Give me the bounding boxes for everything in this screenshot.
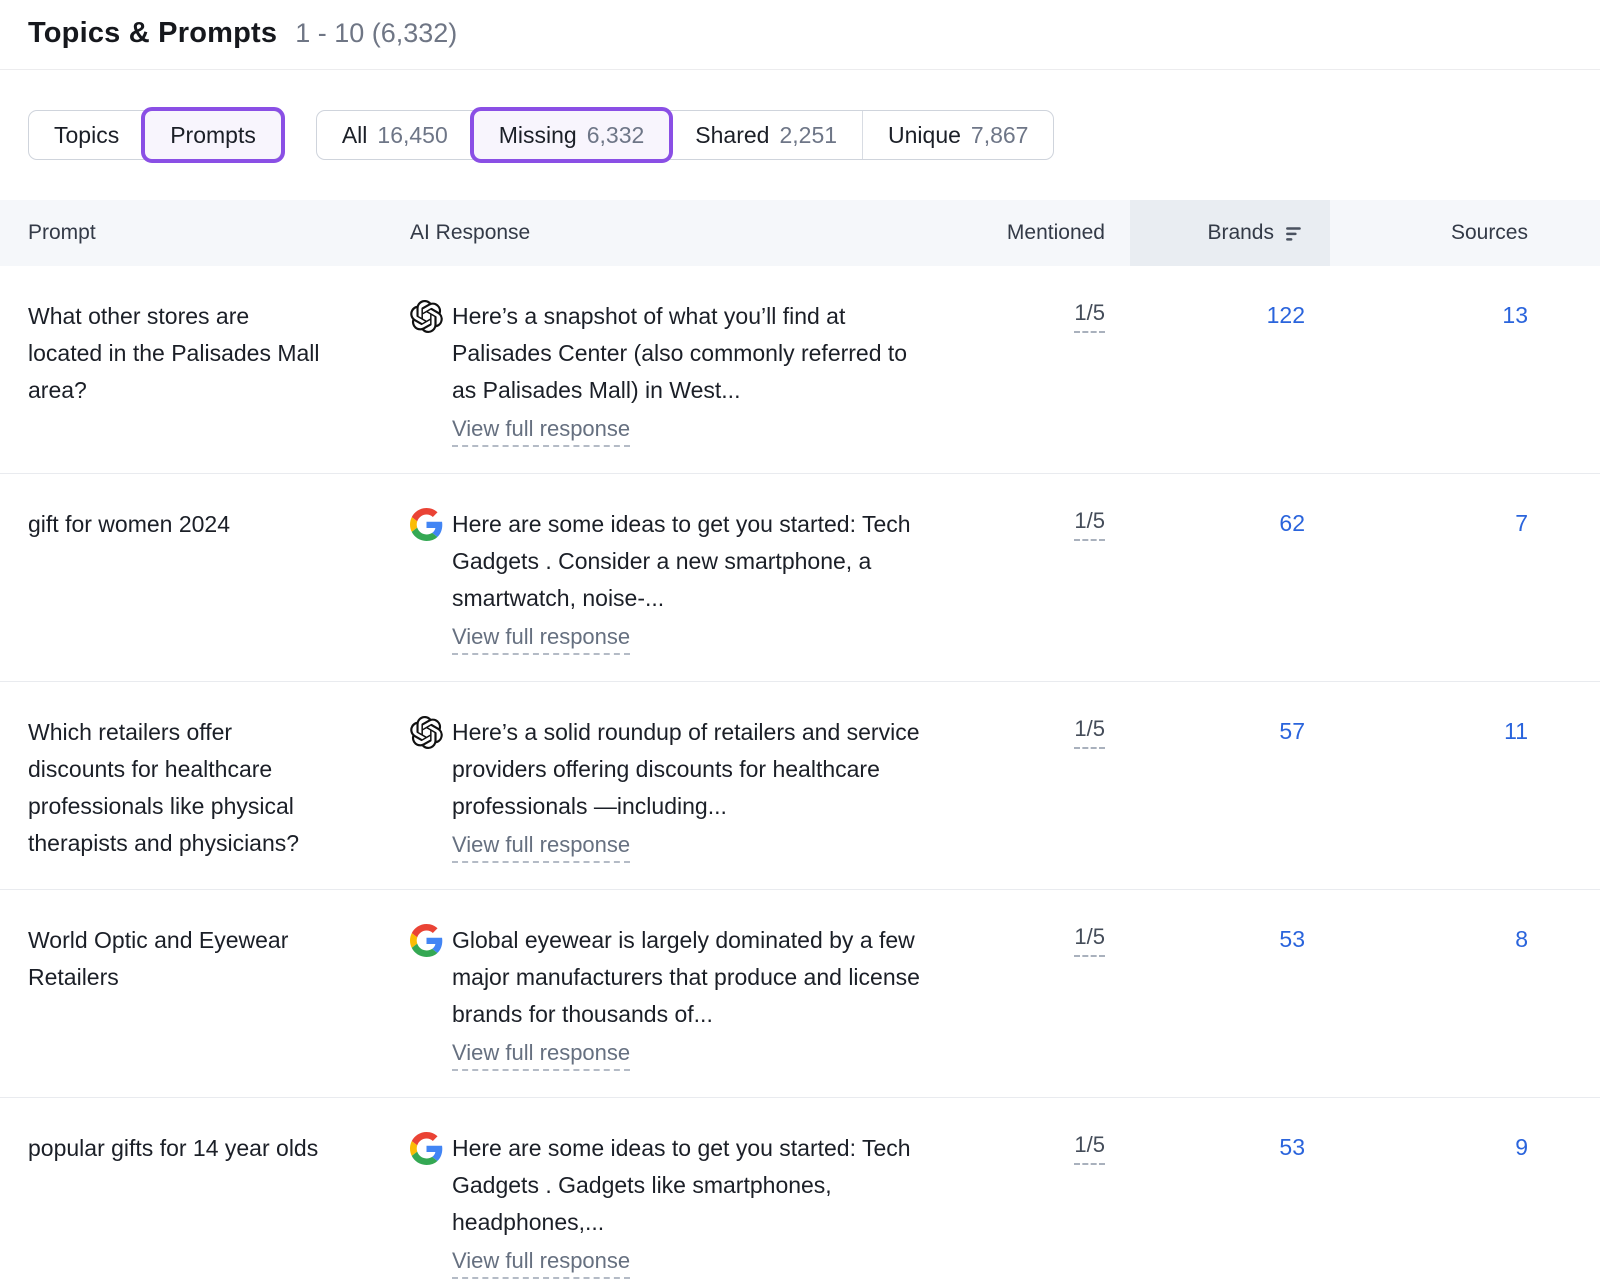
mentioned-cell: 1/5 xyxy=(985,1098,1130,1191)
brands-count[interactable]: 53 xyxy=(1279,926,1305,952)
sources-cell: 9 xyxy=(1330,1098,1600,1190)
sources-cell: 8 xyxy=(1330,890,1600,982)
filter-bar: Topics Prompts All 16,450 Missing 6,332 … xyxy=(28,110,1572,160)
filter-shared[interactable]: Shared 2,251 xyxy=(669,111,862,159)
response-cell: Global eyewear is largely dominated by a… xyxy=(410,890,985,1097)
filter-unique[interactable]: Unique 7,867 xyxy=(862,111,1053,159)
prompt-text: popular gifts for 14 year olds xyxy=(28,1130,318,1167)
mentioned-value[interactable]: 1/5 xyxy=(1074,1130,1105,1165)
view-full-response-link[interactable]: View full response xyxy=(452,624,630,655)
filter-all[interactable]: All 16,450 xyxy=(317,111,473,159)
filter-unique-count: 7,867 xyxy=(971,122,1029,149)
page-title: Topics & Prompts xyxy=(28,17,277,50)
filter-all-label: All xyxy=(342,122,368,149)
mentioned-value[interactable]: 1/5 xyxy=(1074,714,1105,749)
mentioned-cell: 1/5 xyxy=(985,682,1130,775)
prompt-text: Which retailers offer discounts for heal… xyxy=(28,714,320,862)
mentioned-value[interactable]: 1/5 xyxy=(1074,506,1105,541)
sources-count[interactable]: 8 xyxy=(1515,926,1528,952)
page-range: 1 - 10 (6,332) xyxy=(295,18,457,49)
sources-cell: 11 xyxy=(1330,682,1600,774)
column-header-sources[interactable]: Sources xyxy=(1330,200,1600,266)
filter-missing-count: 6,332 xyxy=(587,122,645,149)
mentioned-value[interactable]: 1/5 xyxy=(1074,922,1105,957)
brands-count[interactable]: 122 xyxy=(1267,302,1305,328)
brands-count[interactable]: 57 xyxy=(1279,718,1305,744)
column-header-ai-response: AI Response xyxy=(410,200,985,266)
mention-filter-group: All 16,450 Missing 6,332 Shared 2,251 Un… xyxy=(316,110,1055,160)
response-cell: Here’s a snapshot of what you’ll find at… xyxy=(410,266,985,473)
response-text: Here’s a solid roundup of retailers and … xyxy=(452,714,930,825)
sources-count[interactable]: 7 xyxy=(1515,510,1528,536)
google-icon xyxy=(410,924,443,957)
prompt-cell: Which retailers offer discounts for heal… xyxy=(0,682,410,888)
response-text: Here’s a snapshot of what you’ll find at… xyxy=(452,298,930,409)
sources-cell: 13 xyxy=(1330,266,1600,358)
response-text: Here are some ideas to get you started: … xyxy=(452,1130,930,1241)
sources-count[interactable]: 11 xyxy=(1504,718,1528,744)
openai-icon xyxy=(410,716,443,749)
prompt-text: What other stores are located in the Pal… xyxy=(28,298,320,409)
view-full-response-link[interactable]: View full response xyxy=(452,1040,630,1071)
prompt-text: gift for women 2024 xyxy=(28,506,230,543)
mentioned-cell: 1/5 xyxy=(985,474,1130,567)
filter-missing[interactable]: Missing 6,332 xyxy=(473,111,670,159)
toggle-prompts[interactable]: Prompts xyxy=(144,111,281,159)
filter-shared-label: Shared xyxy=(695,122,769,149)
google-icon xyxy=(410,1132,443,1165)
mentioned-cell: 1/5 xyxy=(985,890,1130,983)
sources-count[interactable]: 13 xyxy=(1502,302,1528,328)
table-header: Prompt AI Response Mentioned Brands Sour… xyxy=(0,200,1600,266)
mentioned-cell: 1/5 xyxy=(985,266,1130,359)
filter-all-count: 16,450 xyxy=(377,122,447,149)
filter-unique-label: Unique xyxy=(888,122,961,149)
google-icon xyxy=(410,508,443,541)
brands-cell: 53 xyxy=(1130,890,1330,982)
brands-cell: 57 xyxy=(1130,682,1330,774)
sources-cell: 7 xyxy=(1330,474,1600,566)
mentioned-value[interactable]: 1/5 xyxy=(1074,298,1105,333)
sort-descending-icon xyxy=(1284,223,1305,244)
table-row: popular gifts for 14 year olds Here are … xyxy=(0,1098,1600,1280)
response-text: Here are some ideas to get you started: … xyxy=(452,506,930,617)
view-full-response-link[interactable]: View full response xyxy=(452,1248,630,1279)
column-header-mentioned[interactable]: Mentioned xyxy=(985,200,1130,266)
view-toggle-group: Topics Prompts xyxy=(28,110,282,160)
table-row: Which retailers offer discounts for heal… xyxy=(0,682,1600,890)
response-text: Global eyewear is largely dominated by a… xyxy=(452,922,930,1033)
view-full-response-link[interactable]: View full response xyxy=(452,416,630,447)
prompt-cell: What other stores are located in the Pal… xyxy=(0,266,410,435)
view-full-response-link[interactable]: View full response xyxy=(452,832,630,863)
toggle-topics-label: Topics xyxy=(54,122,119,149)
openai-icon xyxy=(410,300,443,333)
prompt-text: World Optic and Eyewear Retailers xyxy=(28,922,320,996)
toggle-topics[interactable]: Topics xyxy=(29,111,144,159)
brands-count[interactable]: 53 xyxy=(1279,1134,1305,1160)
filter-shared-count: 2,251 xyxy=(779,122,837,149)
prompt-cell: gift for women 2024 xyxy=(0,474,410,569)
table-row: What other stores are located in the Pal… xyxy=(0,266,1600,474)
response-cell: Here are some ideas to get you started: … xyxy=(410,474,985,681)
response-cell: Here are some ideas to get you started: … xyxy=(410,1098,985,1280)
prompt-cell: World Optic and Eyewear Retailers xyxy=(0,890,410,1022)
toggle-prompts-label: Prompts xyxy=(170,122,256,149)
table-row: World Optic and Eyewear Retailers Global… xyxy=(0,890,1600,1098)
brands-count[interactable]: 62 xyxy=(1279,510,1305,536)
response-cell: Here’s a solid roundup of retailers and … xyxy=(410,682,985,889)
column-header-prompt: Prompt xyxy=(0,200,410,266)
brands-header-label: Brands xyxy=(1207,221,1274,245)
table-row: gift for women 2024 Here are some ideas … xyxy=(0,474,1600,682)
column-header-brands[interactable]: Brands xyxy=(1130,200,1330,266)
brands-cell: 62 xyxy=(1130,474,1330,566)
filter-missing-label: Missing xyxy=(499,122,577,149)
sources-count[interactable]: 9 xyxy=(1515,1134,1528,1160)
brands-cell: 53 xyxy=(1130,1098,1330,1190)
title-bar: Topics & Prompts 1 - 10 (6,332) xyxy=(0,0,1600,70)
prompt-cell: popular gifts for 14 year olds xyxy=(0,1098,410,1193)
brands-cell: 122 xyxy=(1130,266,1330,358)
